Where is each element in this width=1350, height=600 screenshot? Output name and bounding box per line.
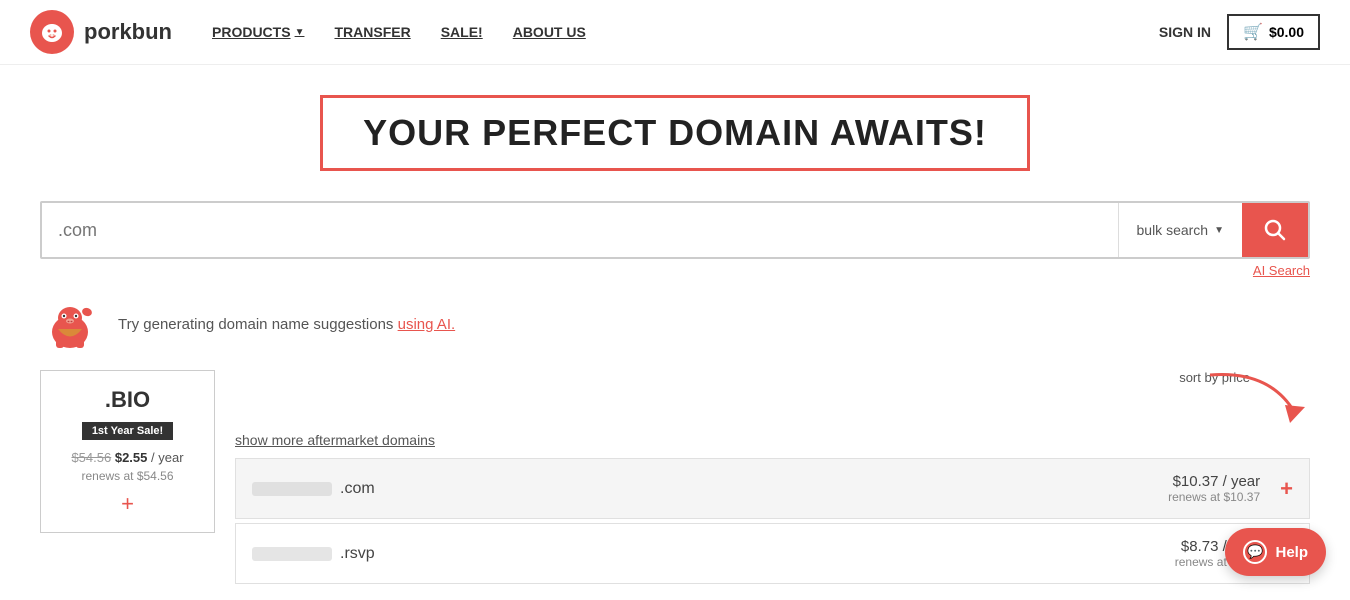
domain-tld-1: .com <box>340 480 375 498</box>
cart-icon: 🛒 <box>1243 22 1263 42</box>
results-header: show more aftermarket domains <box>235 432 1310 448</box>
ai-suggestion-text: Try generating domain name suggestions u… <box>118 316 455 333</box>
sort-arrow-area: sort by price <box>235 370 1310 430</box>
help-label: Help <box>1275 544 1308 561</box>
bulk-search-caret-icon: ▼ <box>1214 225 1224 236</box>
nav-transfer[interactable]: TRANSFER <box>334 24 410 40</box>
bio-prices: $54.56 $2.55 / year <box>57 450 198 465</box>
new-price: $2.55 <box>115 450 148 465</box>
sign-in-link[interactable]: SIGN IN <box>1159 24 1211 40</box>
domain-row: .rsvp $8.73 / year renews at $8.73 + <box>235 523 1310 584</box>
help-button[interactable]: 💬 Help <box>1225 528 1326 576</box>
ai-text-link[interactable]: using AI. <box>398 316 456 333</box>
logo-icon <box>30 10 74 54</box>
ai-suggestion-section: Try generating domain name suggestions u… <box>0 278 1350 370</box>
show-more-link[interactable]: show more aftermarket domains <box>235 432 435 448</box>
add-bio-button[interactable]: + <box>121 493 134 515</box>
help-chat-icon: 💬 <box>1243 540 1267 564</box>
hero-title: YOUR PERFECT DOMAIN AWAITS! <box>320 95 1030 171</box>
nav-about[interactable]: ABOUT US <box>513 24 586 40</box>
bulk-search-label: bulk search <box>1137 222 1209 238</box>
sort-arrow-icon <box>1190 365 1310 425</box>
pig-mascot <box>40 294 100 354</box>
price-main-1: $10.37 / year <box>1168 473 1260 490</box>
cart-button[interactable]: 🛒 $0.00 <box>1227 14 1320 50</box>
bulk-search-button[interactable]: bulk search ▼ <box>1118 203 1243 257</box>
bio-renews: renews at $54.56 <box>57 469 198 483</box>
logo[interactable]: porkbun <box>30 10 172 54</box>
domain-tld-2: .rsvp <box>340 545 375 563</box>
navbar: porkbun PRODUCTS ▼ TRANSFER SALE! ABOUT … <box>0 0 1350 65</box>
bio-tld: .BIO <box>57 387 198 413</box>
nav-sale[interactable]: SALE! <box>441 24 483 40</box>
search-section: bulk search ▼ AI Search <box>0 191 1350 278</box>
dropdown-arrow-icon: ▼ <box>295 27 305 38</box>
search-button[interactable] <box>1242 203 1308 257</box>
domain-blur-1 <box>252 482 332 496</box>
renews-1: renews at $10.37 <box>1168 490 1260 504</box>
domain-name-1: .com <box>252 480 1168 498</box>
search-input[interactable] <box>42 206 1118 255</box>
domain-price-1: $10.37 / year renews at $10.37 <box>1168 473 1260 504</box>
original-price: $54.56 <box>71 450 111 465</box>
search-bar: bulk search ▼ <box>40 201 1310 259</box>
sale-badge: 1st Year Sale! <box>82 422 173 440</box>
logo-text: porkbun <box>84 19 172 45</box>
per-year: / year <box>151 450 184 465</box>
nav-links: PRODUCTS ▼ TRANSFER SALE! ABOUT US <box>212 24 1159 40</box>
domain-blur-2 <box>252 547 332 561</box>
ai-search-link[interactable]: AI Search <box>40 259 1310 278</box>
cart-amount: $0.00 <box>1269 24 1304 40</box>
nav-right: SIGN IN 🛒 $0.00 <box>1159 14 1320 50</box>
domain-row: .com $10.37 / year renews at $10.37 + <box>235 458 1310 519</box>
main-content: .BIO 1st Year Sale! $54.56 $2.55 / year … <box>0 370 1350 588</box>
add-domain-1-button[interactable]: + <box>1280 478 1293 500</box>
ai-text-prefix: Try generating domain name suggestions <box>118 316 398 333</box>
nav-products[interactable]: PRODUCTS ▼ <box>212 24 304 40</box>
domain-name-2: .rsvp <box>252 545 1175 563</box>
bio-card: .BIO 1st Year Sale! $54.56 $2.55 / year … <box>40 370 215 533</box>
results-area: sort by price show more aftermarket doma… <box>235 370 1310 588</box>
search-icon <box>1264 219 1286 241</box>
hero-section: YOUR PERFECT DOMAIN AWAITS! <box>0 65 1350 191</box>
sidebar: .BIO 1st Year Sale! $54.56 $2.55 / year … <box>40 370 215 588</box>
